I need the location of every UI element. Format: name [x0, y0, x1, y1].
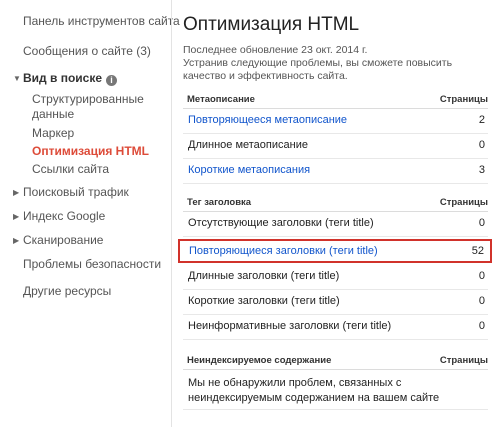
page-count: 52 [471, 245, 484, 257]
issue-label: Длинное метаописание [188, 139, 308, 151]
table-row[interactable]: Короткие метаописания 3 [183, 159, 488, 184]
page-meta: Последнее обновление 23 окт. 2014 г. Уст… [183, 44, 488, 83]
issue-link[interactable]: Повторяющиеся заголовки (теги title) [189, 245, 378, 257]
sidebar: Панель инструментов сайта Сообщения о са… [0, 0, 180, 427]
table-row: Длинные заголовки (теги title) 0 [183, 265, 488, 290]
expanded-triangle-icon: ▼ [13, 74, 21, 83]
issue-label: Неинформативные заголовки (теги title) [188, 320, 392, 332]
table-row: Отсутствующие заголовки (теги title) 0 [183, 212, 488, 237]
sidebar-item-label: Сканирование [23, 233, 104, 247]
page-count: 0 [478, 217, 485, 229]
sidebar-item-structured-data[interactable]: Структурированные данные [32, 92, 144, 122]
issue-link[interactable]: Короткие метаописания [188, 164, 310, 176]
sidebar-item-html-improvements[interactable]: Оптимизация HTML [32, 144, 149, 159]
sidebar-item-crawl[interactable]: ▶ Сканирование [13, 233, 103, 248]
section-title: Тег заголовка [187, 197, 252, 208]
page-count: 0 [478, 320, 485, 332]
pages-column-header: Страницы [439, 197, 488, 208]
sidebar-item-label: данные [32, 107, 75, 121]
page-count: 0 [478, 139, 485, 151]
sidebar-item-google-index[interactable]: ▶ Индекс Google [13, 209, 105, 224]
collapsed-triangle-icon: ▶ [13, 212, 20, 221]
table-row-highlighted[interactable]: Повторяющиеся заголовки (теги title) 52 [178, 239, 492, 263]
issue-label: Длинные заголовки (теги title) [188, 270, 340, 282]
sidebar-item-other-resources[interactable]: Другие ресурсы [23, 284, 111, 299]
pages-column-header: Страницы [439, 94, 488, 105]
sidebar-item-search-traffic[interactable]: ▶ Поисковый трафик [13, 185, 129, 200]
sidebar-item-label: Вид в поиске [23, 71, 103, 85]
page-description: Устранив следующие проблемы, вы сможете … [183, 57, 453, 82]
section-title: Метаописание [187, 94, 255, 105]
table-row: Короткие заголовки (теги title) 0 [183, 290, 488, 315]
sidebar-item-messages[interactable]: Сообщения о сайте (3) [23, 44, 151, 59]
nonindexable-section-header: Неиндексируемое содержание Страницы [183, 355, 488, 370]
page-count: 0 [478, 270, 485, 282]
last-updated: Последнее обновление 23 окт. 2014 г. [183, 44, 368, 56]
sidebar-divider [171, 0, 172, 427]
page-count: 2 [478, 114, 485, 126]
section-title: Неиндексируемое содержание [187, 355, 332, 366]
info-icon[interactable]: i [106, 75, 118, 86]
sidebar-item-marker[interactable]: Маркер [32, 126, 74, 141]
sidebar-item-dashboard[interactable]: Панель инструментов сайта [23, 14, 180, 29]
table-row: Длинное метаописание 0 [183, 134, 488, 159]
sidebar-item-label: Индекс Google [23, 209, 106, 223]
no-issues-message: Мы не обнаружили проблем, связанных с не… [188, 377, 440, 404]
sidebar-item-security[interactable]: Проблемы безопасности [23, 257, 161, 272]
title-section-header: Тег заголовка Страницы [183, 197, 488, 212]
sidebar-item-label: Структурированные [32, 92, 144, 106]
collapsed-triangle-icon: ▶ [13, 236, 20, 245]
page-count: 3 [478, 164, 485, 176]
issue-link[interactable]: Повторяющееся метаописание [188, 114, 347, 126]
sidebar-item-label: Поисковый трафик [23, 185, 129, 199]
sidebar-item-sitelinks[interactable]: Ссылки сайта [32, 162, 109, 177]
issue-label: Отсутствующие заголовки (теги title) [188, 217, 374, 229]
sidebar-item-search-appearance[interactable]: ▼ Вид в поиске i [13, 71, 118, 86]
page-title: Оптимизация HTML [183, 14, 360, 35]
issue-label: Короткие заголовки (теги title) [188, 295, 340, 307]
meta-section-header: Метаописание Страницы [183, 94, 488, 109]
table-row: Неинформативные заголовки (теги title) 0 [183, 315, 488, 340]
page-count: 0 [478, 295, 485, 307]
pages-column-header: Страницы [439, 355, 488, 366]
table-row[interactable]: Повторяющееся метаописание 2 [183, 109, 488, 134]
collapsed-triangle-icon: ▶ [13, 188, 20, 197]
